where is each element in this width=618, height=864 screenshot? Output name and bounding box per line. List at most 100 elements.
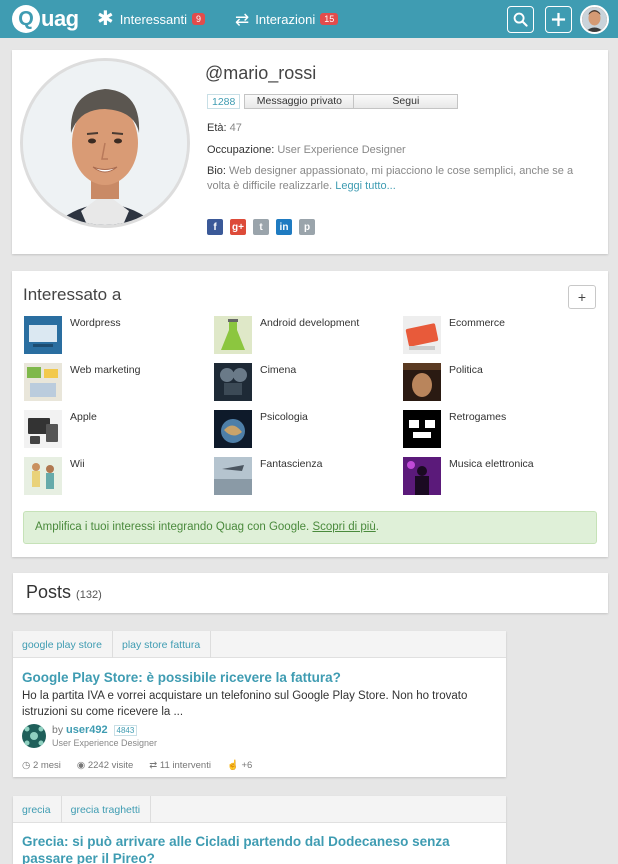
nav-interessanti[interactable]: ✱ Interessanti 9: [97, 0, 205, 38]
age-value: 47: [229, 122, 242, 134]
interest-label: Web marketing: [70, 364, 141, 376]
occupation-line: Occupazione: User Experience Designer: [207, 144, 406, 156]
interest-label: Politica: [449, 364, 483, 376]
post-title[interactable]: Google Play Store: è possibile ricevere …: [22, 669, 341, 686]
post-excerpt: Ho la partita IVA e vorrei acquistare un…: [22, 690, 468, 718]
logo-text: uag: [41, 6, 79, 31]
interest-item[interactable]: Android development: [214, 316, 394, 354]
nav-interazioni-label: Interazioni: [255, 11, 316, 27]
eye-icon: ◉: [76, 760, 86, 771]
follow-button[interactable]: Segui: [354, 94, 459, 109]
posts-header: Posts (132): [13, 573, 608, 613]
pinterest-icon[interactable]: p: [299, 219, 315, 235]
interest-item[interactable]: Retrogames: [403, 410, 583, 448]
logo-mark: Q: [12, 5, 40, 33]
interest-thumbnail: [403, 363, 441, 401]
private-message-button[interactable]: Messaggio privato: [244, 94, 355, 109]
interest-item[interactable]: Psicologia: [214, 410, 394, 448]
interest-thumbnail: [24, 410, 62, 448]
google-integration-alert: Amplifica i tuoi interessi integrando Qu…: [23, 511, 597, 544]
facebook-icon[interactable]: f: [207, 219, 223, 235]
interest-thumbnail: [214, 316, 252, 354]
post-time-value: 2 mesi: [32, 760, 61, 771]
interest-thumbnail: [214, 410, 252, 448]
interest-label: Apple: [70, 411, 97, 423]
post-title[interactable]: Grecia: si può arrivare alle Cicladi par…: [22, 833, 500, 864]
interazioni-badge: 15: [320, 13, 339, 25]
bio: Bio: Web designer appassionato, mi piacc…: [207, 164, 592, 194]
user-avatar[interactable]: [580, 5, 609, 34]
exchange-icon: ⇄: [149, 760, 158, 771]
profile-photo: [20, 58, 190, 228]
post-views: ◉ 2242 visite: [77, 760, 133, 771]
linkedin-icon[interactable]: in: [276, 219, 292, 235]
add-interest-button[interactable]: +: [568, 285, 596, 309]
interest-label: Musica elettronica: [449, 458, 534, 470]
interest-thumbnail: [214, 363, 252, 401]
post-replies-value: 11 interventi: [159, 760, 211, 771]
post-card: grecia grecia traghetti Grecia: si può a…: [13, 796, 506, 864]
age-label: Età:: [207, 122, 227, 134]
interest-item[interactable]: Wordpress: [24, 316, 204, 354]
read-more-link[interactable]: Leggi tutto...: [335, 180, 396, 192]
interest-item[interactable]: Fantascienza: [214, 457, 394, 495]
interest-thumbnail: [24, 457, 62, 495]
interest-item[interactable]: Politica: [403, 363, 583, 401]
clock-icon: ◷: [22, 760, 31, 771]
post-card: google play store play store fattura Goo…: [13, 631, 506, 777]
post-tag[interactable]: grecia traghetti: [62, 796, 152, 823]
occupation-label: Occupazione:: [207, 144, 275, 156]
interest-thumbnail: [403, 457, 441, 495]
google-plus-icon[interactable]: g+: [230, 219, 246, 235]
search-button[interactable]: [507, 6, 534, 33]
interest-label: Android development: [260, 317, 360, 329]
interest-item[interactable]: Ecommerce: [403, 316, 583, 354]
post-tag[interactable]: play store fattura: [113, 631, 212, 658]
followers-count[interactable]: 1288: [207, 94, 241, 109]
profile-card: @mario_rossi 1288 Messaggio privato Segu…: [12, 50, 608, 254]
alert-text: Amplifica i tuoi interessi integrando Qu…: [35, 521, 310, 533]
post-tag[interactable]: grecia: [13, 796, 62, 823]
interest-item[interactable]: Apple: [24, 410, 204, 448]
post-likes-value: +6: [241, 760, 253, 771]
quag-logo[interactable]: Q uag: [12, 4, 79, 34]
post-tag[interactable]: google play store: [13, 631, 113, 658]
interest-item[interactable]: Wii: [24, 457, 204, 495]
interest-label: Fantascienza: [260, 458, 323, 470]
post-time: ◷ 2 mesi: [22, 760, 61, 771]
post-views-value: 2242 visite: [87, 760, 134, 771]
asterisk-icon: ✱: [97, 8, 114, 30]
interest-thumbnail: [214, 457, 252, 495]
discover-more-link[interactable]: Scopri di più: [312, 521, 375, 533]
author-avatar[interactable]: [22, 724, 46, 748]
bio-label: Bio:: [207, 165, 226, 177]
alert-end: .: [375, 521, 379, 533]
author-occupation: User Experience Designer: [52, 738, 158, 748]
post-likes[interactable]: ☝ +6: [227, 760, 252, 771]
interest-label: Cimena: [260, 364, 297, 376]
interessanti-badge: 9: [191, 13, 205, 25]
add-button[interactable]: [545, 6, 572, 33]
posts-title-text: Posts: [26, 582, 72, 602]
interest-label: Psicologia: [260, 411, 308, 423]
interest-thumbnail: [24, 316, 62, 354]
post-stats: ◷ 2 mesi ◉ 2242 visite ⇄ 11 interventi ☝…: [22, 760, 268, 771]
posts-count: (132): [76, 589, 102, 601]
top-bar: Q uag ✱ Interessanti 9 ⇄ Interazioni 15: [0, 0, 618, 38]
interest-item[interactable]: Web marketing: [24, 363, 204, 401]
post-replies: ⇄ 11 interventi: [149, 760, 211, 771]
nav-interazioni[interactable]: ⇄ Interazioni 15: [235, 0, 339, 38]
interest-item[interactable]: Cimena: [214, 363, 394, 401]
interest-item[interactable]: Musica elettronica: [403, 457, 583, 495]
twitter-icon[interactable]: t: [253, 219, 269, 235]
interests-card: Interessato a + Wordpress Android develo…: [12, 271, 608, 557]
post-tags: google play store play store fattura: [13, 631, 506, 658]
occupation-value: User Experience Designer: [277, 144, 406, 156]
interest-label: Retrogames: [449, 411, 507, 423]
social-links: f g+ t in p: [207, 219, 315, 235]
interest-label: Wii: [70, 458, 85, 470]
interest-label: Wordpress: [70, 317, 121, 329]
profile-actions: 1288 Messaggio privato Segui: [207, 94, 459, 109]
author-name[interactable]: user492: [66, 724, 108, 736]
interest-label: Ecommerce: [449, 317, 506, 329]
